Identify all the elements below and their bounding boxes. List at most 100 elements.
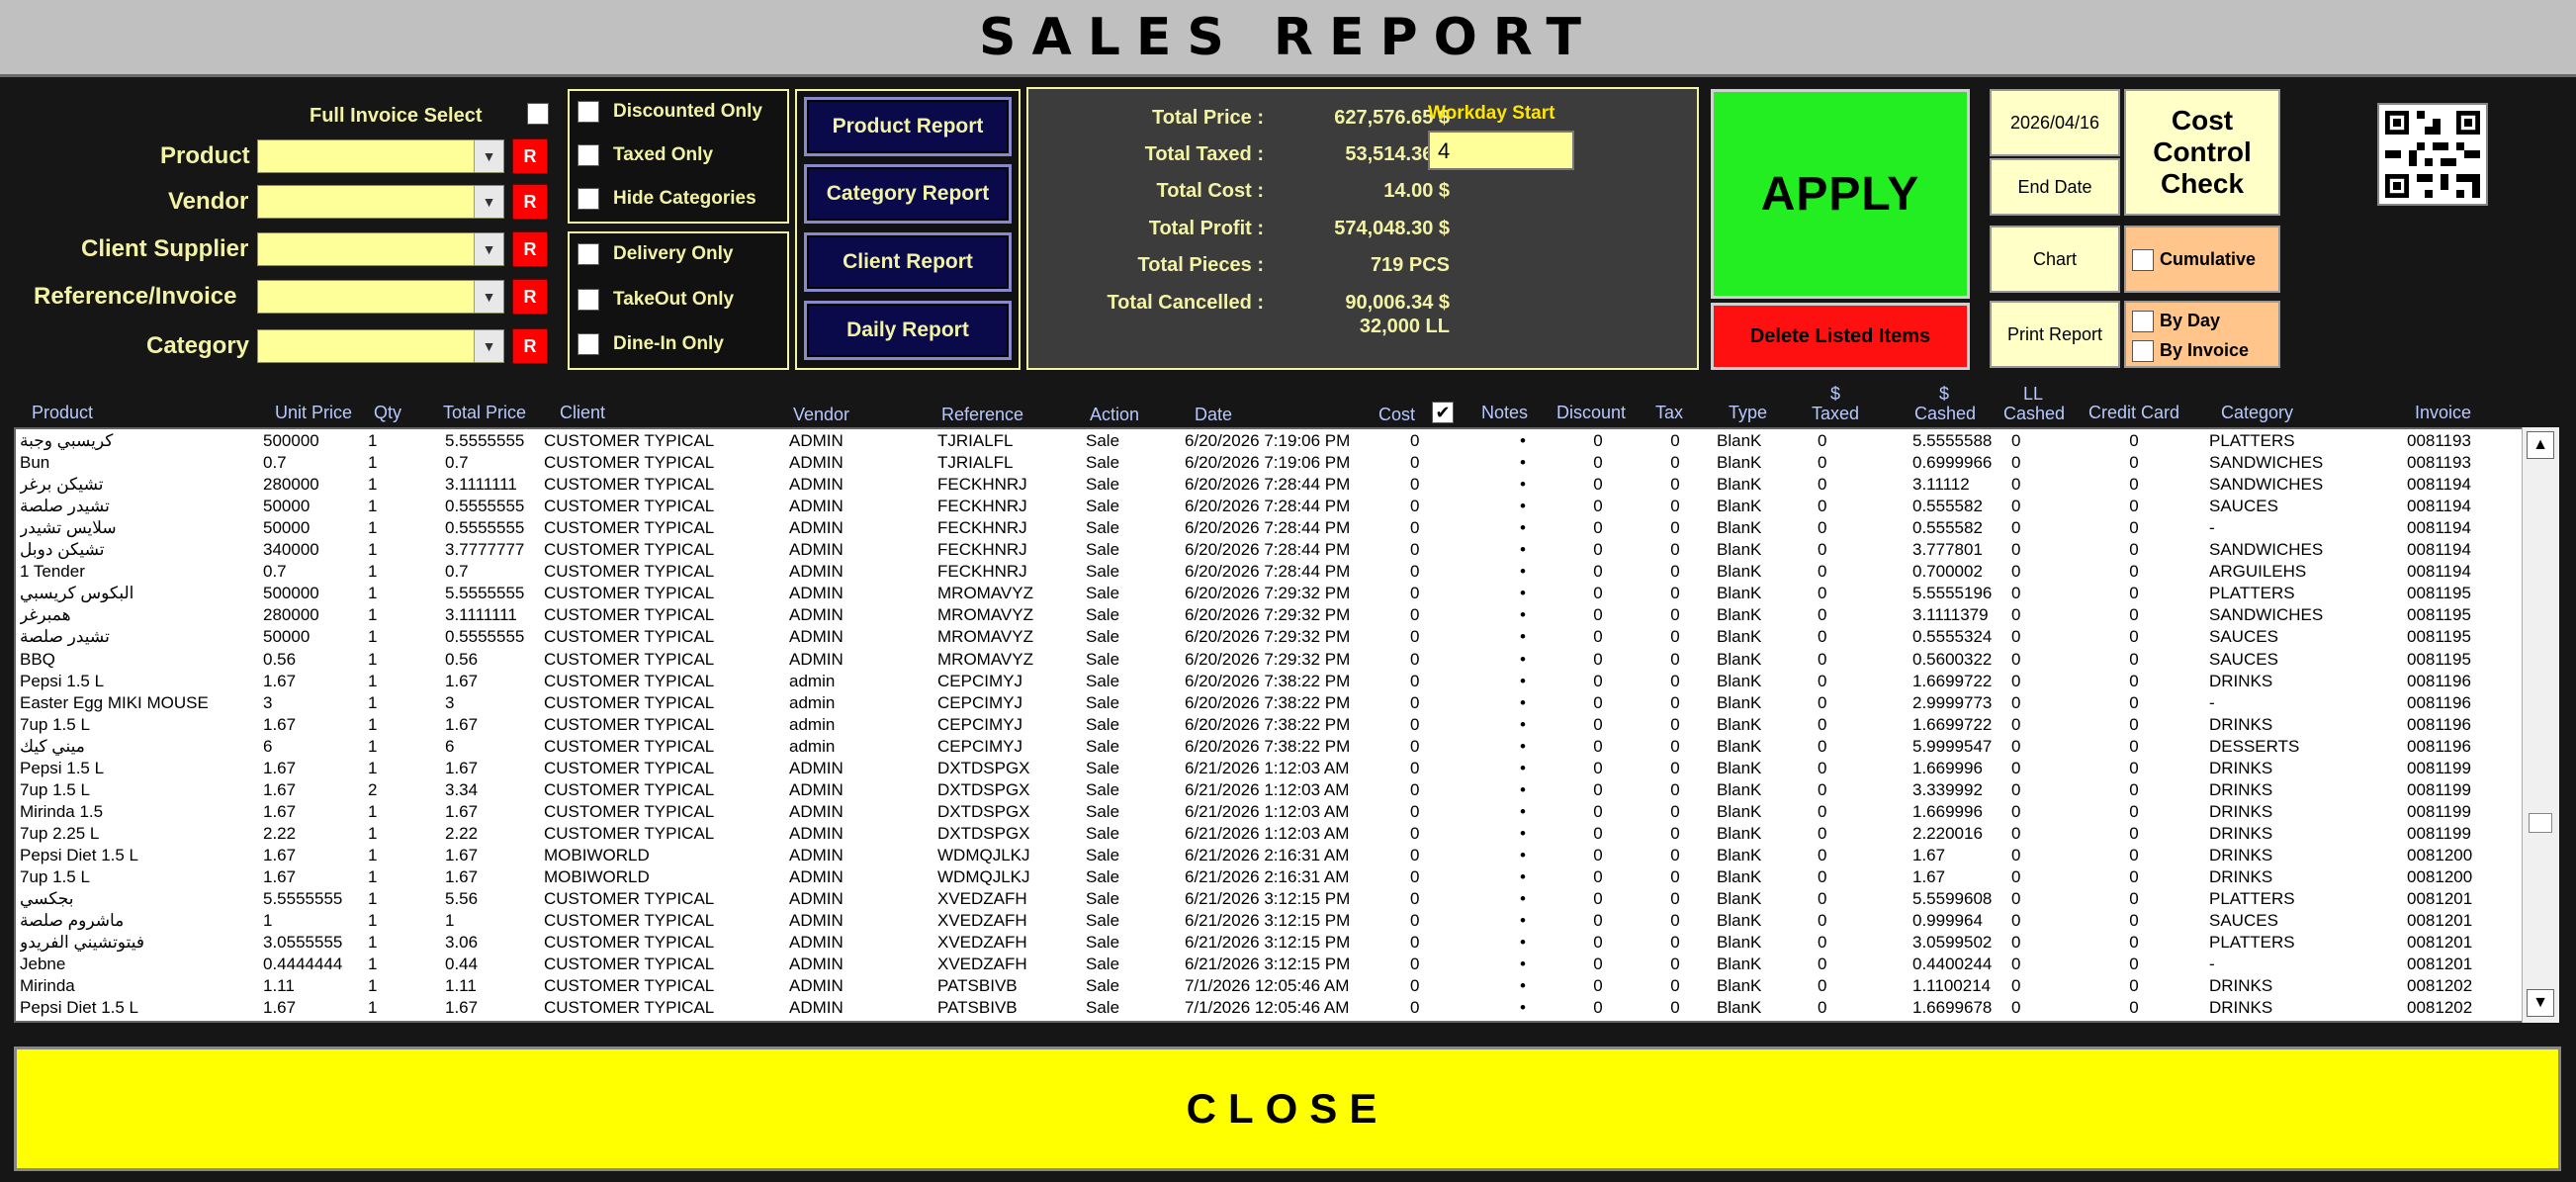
category-combo[interactable]: ▼ bbox=[257, 329, 504, 363]
table-row[interactable]: Easter Egg MIKI MOUSE 3 1 3 CUSTOMER TYPICAL… bbox=[16, 693, 2524, 715]
table-scrollbar[interactable]: ▲ ▼ bbox=[2522, 427, 2559, 1023]
daily-report-button[interactable]: Daily Report bbox=[804, 301, 1012, 360]
table-cell: 0.4444444 bbox=[263, 955, 343, 974]
table-cell: 5.5599608 bbox=[1912, 889, 1993, 909]
chevron-down-icon[interactable]: ▼ bbox=[474, 281, 503, 313]
table-cell: Sale bbox=[1086, 889, 1120, 909]
chart-button[interactable]: Chart bbox=[1990, 226, 2120, 293]
table-cell: • bbox=[1520, 431, 1526, 450]
table-cell: 0 bbox=[1410, 692, 1420, 712]
table-row[interactable]: Mirinda 1.11 1 1.11 CUSTOMER TYPICAL ADMIN PAT… bbox=[16, 976, 2524, 998]
takeout-only-checkbox[interactable] bbox=[577, 289, 599, 311]
reset-product-button[interactable]: R bbox=[512, 138, 548, 174]
table-row[interactable]: سلايس تشيدر 50000 1 0.5555555 CUSTOMER TYPIC… bbox=[16, 518, 2524, 540]
hide-categories-checkbox[interactable] bbox=[577, 188, 599, 210]
table-cell: 6/21/2026 3:12:15 PM bbox=[1185, 955, 1351, 974]
table-row[interactable]: Mirinda 1.5 1.67 1 1.67 CUSTOMER TYPICAL ADMI… bbox=[16, 802, 2524, 824]
client-supplier-combo[interactable]: ▼ bbox=[257, 232, 504, 266]
reference-invoice-combo[interactable]: ▼ bbox=[257, 280, 504, 314]
full-invoice-select-checkbox[interactable] bbox=[527, 103, 549, 125]
cumulative-checkbox[interactable] bbox=[2132, 249, 2154, 271]
scroll-up-icon[interactable]: ▲ bbox=[2527, 431, 2554, 459]
table-row[interactable]: ماشروم صلصة 1 1 1 CUSTOMER TYPICAL ADMIN XVEDZ… bbox=[16, 911, 2524, 933]
chevron-down-icon[interactable]: ▼ bbox=[474, 330, 503, 362]
taxed-only-option[interactable]: Taxed Only bbox=[577, 144, 713, 166]
reset-vendor-button[interactable]: R bbox=[512, 184, 548, 220]
apply-button[interactable]: APPLY bbox=[1711, 89, 1970, 299]
table-row[interactable]: بجكسي 5.5555555 1 5.56 CUSTOMER TYPICAL ADMIN… bbox=[16, 889, 2524, 911]
table-row[interactable]: همبرغر 280000 1 3.1111111 CUSTOMER TYPICAL AD… bbox=[16, 605, 2524, 627]
table-row[interactable]: Pepsi Diet 1.5 L 1.67 1 1.67 CUSTOMER TYPICA… bbox=[16, 998, 2524, 1020]
reset-reference-button[interactable]: R bbox=[512, 279, 548, 315]
table-row[interactable]: Pepsi 1.5 L 1.67 1 1.67 CUSTOMER TYPICAL ADMI… bbox=[16, 759, 2524, 780]
vendor-combo[interactable]: ▼ bbox=[257, 185, 504, 219]
sales-table[interactable]: كريسبي وجبة 500000 1 5.5555555 CUSTOMER TYPI… bbox=[14, 427, 2559, 1023]
table-row[interactable]: 1 Tender 0.7 1 0.7 CUSTOMER TYPICAL ADMIN FECK… bbox=[16, 562, 2524, 584]
delivery-only-option[interactable]: Delivery Only bbox=[577, 243, 733, 265]
table-cell: Sale bbox=[1086, 453, 1120, 473]
chevron-down-icon[interactable]: ▼ bbox=[474, 186, 503, 218]
product-report-button[interactable]: Product Report bbox=[804, 97, 1012, 156]
delete-listed-items-button[interactable]: Delete Listed Items bbox=[1711, 303, 1970, 370]
table-row[interactable]: تشيكن دوبل 340000 1 3.7777777 CUSTOMER TYPIC… bbox=[16, 540, 2524, 562]
table-row[interactable]: Pepsi Diet 1.5 L 1.67 1 1.67 MOBIWORLD ADMIN W… bbox=[16, 846, 2524, 867]
print-report-button[interactable]: Print Report bbox=[1990, 301, 2120, 368]
taxed-only-checkbox[interactable] bbox=[577, 144, 599, 166]
table-cell: 0 bbox=[1818, 714, 1827, 734]
header-category: Category bbox=[2221, 403, 2294, 422]
scroll-thumb[interactable] bbox=[2529, 813, 2552, 833]
table-row[interactable]: تشيدر صلصة 50000 1 0.5555555 CUSTOMER TYPICA… bbox=[16, 497, 2524, 518]
takeout-only-option[interactable]: TakeOut Only bbox=[577, 289, 734, 311]
table-cell: 0 bbox=[2011, 823, 2021, 843]
scroll-down-icon[interactable]: ▼ bbox=[2527, 989, 2554, 1017]
end-date-field[interactable]: End Date bbox=[1990, 158, 2120, 216]
table-cell: • bbox=[1520, 845, 1526, 864]
table-row[interactable]: Pepsi 1.5 L 1.67 1 1.67 CUSTOMER TYPICAL admi… bbox=[16, 672, 2524, 693]
table-row[interactable]: 7up 1.5 L 1.67 2 3.34 CUSTOMER TYPICAL ADMIN D… bbox=[16, 780, 2524, 802]
table-row[interactable]: فيتوتشيني الفريدو 3.0555555 1 3.06 CUSTOMER … bbox=[16, 933, 2524, 955]
dine-in-only-checkbox[interactable] bbox=[577, 333, 599, 355]
start-date-field[interactable]: 2026/04/16 bbox=[1990, 89, 2120, 156]
table-row[interactable]: كريسبي وجبة 500000 1 5.5555555 CUSTOMER TYPI… bbox=[16, 431, 2524, 453]
chevron-down-icon[interactable]: ▼ bbox=[474, 140, 503, 172]
product-combo[interactable]: ▼ bbox=[257, 139, 504, 173]
table-row[interactable]: تشيدر صلصة 50000 1 0.5555555 CUSTOMER TYPICA… bbox=[16, 627, 2524, 649]
table-cell: • bbox=[1520, 453, 1526, 473]
reset-client-button[interactable]: R bbox=[512, 231, 548, 267]
table-cell: 50000 bbox=[263, 497, 311, 516]
by-invoice-checkbox[interactable] bbox=[2132, 340, 2154, 362]
table-cell: 7up 1.5 L bbox=[20, 779, 90, 799]
category-report-button[interactable]: Category Report bbox=[804, 164, 1012, 224]
chevron-down-icon[interactable]: ▼ bbox=[474, 233, 503, 265]
table-cell: CEPCIMYJ bbox=[937, 736, 1022, 756]
dine-in-only-option[interactable]: Dine-In Only bbox=[577, 333, 724, 355]
table-cell: • bbox=[1520, 605, 1526, 625]
hide-categories-option[interactable]: Hide Categories bbox=[577, 188, 756, 210]
workday-start-input[interactable]: 4 bbox=[1428, 131, 1574, 170]
close-button[interactable]: CLOSE bbox=[14, 1046, 2561, 1171]
table-row[interactable]: Bun 0.7 1 0.7 CUSTOMER TYPICAL ADMIN TJRIALFL S… bbox=[16, 453, 2524, 475]
delivery-only-checkbox[interactable] bbox=[577, 243, 599, 265]
table-cell: 6/21/2026 1:12:03 AM bbox=[1185, 823, 1350, 843]
cost-checkbox[interactable]: ✔ bbox=[1432, 402, 1454, 423]
table-row[interactable]: تشيكن برغر 280000 1 3.1111111 CUSTOMER TYPIC… bbox=[16, 475, 2524, 497]
cumulative-option[interactable]: Cumulative bbox=[2124, 226, 2280, 293]
table-row[interactable]: 7up 2.25 L 2.22 1 2.22 CUSTOMER TYPICAL ADMIN… bbox=[16, 824, 2524, 846]
table-row[interactable]: Jebne 0.4444444 1 0.44 CUSTOMER TYPICAL ADMIN… bbox=[16, 955, 2524, 976]
header-discount: Discount bbox=[1556, 403, 1627, 422]
reset-category-button[interactable]: R bbox=[512, 328, 548, 364]
table-row[interactable]: 7up 1.5 L 1.67 1 1.67 MOBIWORLD ADMIN WDMQJLKJ… bbox=[16, 867, 2524, 889]
table-cell: 0 bbox=[2129, 649, 2139, 669]
table-cell: 6/21/2026 3:12:15 PM bbox=[1185, 911, 1351, 931]
cost-control-check-button[interactable]: Cost Control Check bbox=[2124, 89, 2280, 216]
discounted-only-checkbox[interactable] bbox=[577, 101, 599, 123]
by-day-checkbox[interactable] bbox=[2132, 311, 2154, 332]
client-report-button[interactable]: Client Report bbox=[804, 232, 1012, 292]
table-row[interactable]: 7up 1.5 L 1.67 1 1.67 CUSTOMER TYPICAL admin C… bbox=[16, 715, 2524, 737]
table-row[interactable]: BBQ 0.56 1 0.56 CUSTOMER TYPICAL ADMIN MROMAVY… bbox=[16, 650, 2524, 672]
table-row[interactable]: البكوس كريسبي 500000 1 5.5555555 CUSTOMER TY… bbox=[16, 584, 2524, 605]
table-row[interactable]: ميني كيك 6 1 6 CUSTOMER TYPICAL admin CEPCIMYJ… bbox=[16, 737, 2524, 759]
discounted-only-option[interactable]: Discounted Only bbox=[577, 101, 762, 123]
table-cell: BlanK bbox=[1717, 736, 1762, 756]
table-cell: • bbox=[1520, 475, 1526, 495]
